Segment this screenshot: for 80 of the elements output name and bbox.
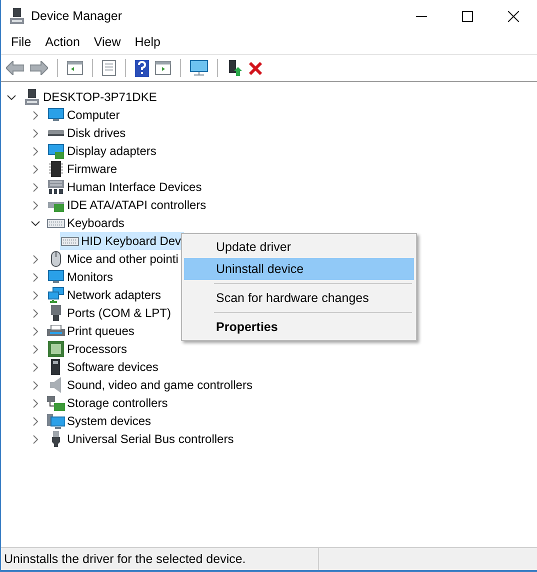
menu-item[interactable]: View [94, 35, 121, 49]
device-icon [51, 359, 60, 375]
storage-controller-icon [46, 396, 64, 410]
system-icon [46, 414, 64, 428]
tree-item[interactable]: Print queues [46, 322, 138, 340]
app-icon [10, 8, 24, 24]
computer-icon [24, 89, 38, 105]
tree-item[interactable]: Keyboards [46, 214, 128, 232]
tree-item[interactable]: Mice and other pointi [46, 250, 182, 268]
printer-icon [46, 325, 64, 337]
tree-item[interactable]: HID Keyboard Dev [60, 232, 184, 250]
menu-item[interactable]: Scan for hardware changes [184, 287, 414, 309]
drive-icon [48, 129, 64, 137]
expand-chevron-icon[interactable] [33, 308, 38, 318]
tree-item[interactable]: Disk drives [46, 124, 129, 142]
expand-chevron-icon[interactable] [33, 434, 38, 444]
tree-item[interactable]: Ports (COM & LPT) [46, 304, 174, 322]
tree-item[interactable]: Processors [46, 340, 130, 358]
chip-icon [48, 161, 62, 177]
monitor-scan-icon[interactable] [190, 60, 208, 76]
speaker-icon [50, 377, 62, 393]
port-icon [50, 305, 62, 321]
expand-chevron-icon[interactable] [33, 200, 38, 210]
expand-chevron-icon[interactable] [33, 146, 38, 156]
expand-chevron-icon[interactable] [33, 254, 38, 264]
collapse-chevron-icon[interactable] [7, 94, 16, 100]
tree-item[interactable]: Human Interface Devices [46, 178, 205, 196]
input-device-icon [48, 180, 64, 194]
expand-chevron-icon[interactable] [33, 326, 38, 336]
keyboard-icon [60, 236, 78, 246]
window-title: Device Manager [31, 9, 122, 23]
console-tree-icon[interactable] [67, 61, 83, 75]
menu-item[interactable]: Help [134, 35, 160, 49]
menu-item[interactable]: Update driver [184, 236, 414, 258]
processor-icon [48, 341, 64, 357]
expand-chevron-icon[interactable] [33, 344, 38, 354]
action-pane-icon[interactable] [155, 61, 171, 75]
keyboard-icon [46, 218, 64, 228]
status-text: Uninstalls the driver for the selected device. [3, 552, 247, 566]
expand-chevron-icon[interactable] [33, 290, 38, 300]
back-arrow-icon[interactable] [6, 61, 24, 75]
expand-chevron-icon[interactable] [33, 182, 38, 192]
tree-item[interactable]: Software devices [46, 358, 162, 376]
menu-item[interactable]: File [11, 35, 32, 49]
expand-chevron-icon[interactable] [33, 398, 38, 408]
tree-item[interactable]: IDE ATA/ATAPI controllers [46, 196, 210, 214]
monitor-icon [48, 108, 64, 122]
expand-chevron-icon[interactable] [33, 164, 38, 174]
tree-item[interactable]: Computer [46, 106, 123, 124]
tree-item[interactable]: Firmware [46, 160, 120, 178]
display-adapter-icon [48, 144, 64, 158]
expand-chevron-icon[interactable] [33, 416, 38, 426]
uninstall-x-icon[interactable] [249, 62, 262, 74]
tree-item[interactable]: DESKTOP-3P71DKE [22, 88, 160, 106]
usb-plug-icon [50, 431, 60, 447]
forward-arrow-icon[interactable] [30, 61, 48, 75]
expand-chevron-icon[interactable] [33, 128, 38, 138]
collapse-chevron-icon[interactable] [31, 220, 40, 226]
tree-item[interactable]: System devices [46, 412, 154, 430]
tree-item[interactable]: Storage controllers [46, 394, 171, 412]
expand-chevron-icon[interactable] [33, 110, 38, 120]
properties-icon[interactable] [102, 60, 116, 76]
tree-item[interactable]: Sound, video and game controllers [46, 376, 256, 394]
tree-item[interactable]: Monitors [46, 268, 116, 286]
help-icon[interactable] [135, 60, 149, 76]
mouse-icon [50, 251, 60, 267]
tree-item[interactable]: Network adapters [46, 286, 164, 304]
menu-item[interactable]: Action [45, 35, 80, 49]
tree-item[interactable]: Universal Serial Bus controllers [46, 430, 237, 448]
expand-chevron-icon[interactable] [33, 362, 38, 372]
close-icon[interactable] [508, 10, 519, 22]
tree-item[interactable]: Display adapters [46, 142, 160, 160]
update-driver-icon[interactable] [227, 60, 243, 76]
monitor-icon [48, 270, 64, 284]
menu-item[interactable]: Uninstall device [184, 258, 414, 280]
menu-item[interactable]: Properties [184, 316, 414, 338]
network-icon [48, 287, 64, 303]
expand-chevron-icon[interactable] [33, 380, 38, 390]
expand-chevron-icon[interactable] [33, 272, 38, 282]
maximize-icon[interactable] [462, 10, 473, 22]
